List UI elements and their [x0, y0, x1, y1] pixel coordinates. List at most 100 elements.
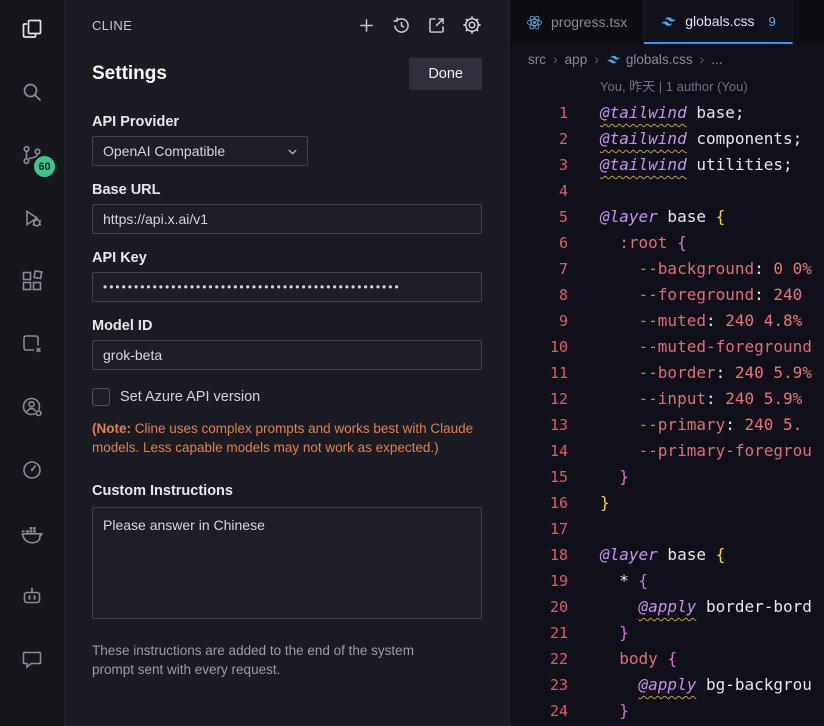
account-icon[interactable]	[17, 392, 47, 422]
chat-icon[interactable]	[17, 644, 47, 674]
code-text[interactable]: @tailwind utilities;	[568, 152, 793, 178]
explorer-icon[interactable]	[17, 14, 47, 44]
code-line[interactable]: 14 --primary-foregrou	[510, 438, 824, 464]
code-line[interactable]: 19 * {	[510, 568, 824, 594]
react-icon	[526, 14, 543, 31]
code-line[interactable]: 7 --background: 0 0%	[510, 256, 824, 282]
tab-label: progress.tsx	[551, 14, 627, 30]
code-line[interactable]: 17	[510, 516, 824, 542]
azure-version-row[interactable]: Set Azure API version	[92, 388, 482, 406]
code-area[interactable]: 1@tailwind base;2@tailwind components;3@…	[510, 100, 824, 724]
code-line[interactable]: 4	[510, 178, 824, 204]
code-line[interactable]: 3@tailwind utilities;	[510, 152, 824, 178]
code-text[interactable]: @apply bg-backgrou	[568, 672, 812, 698]
breadcrumb-separator: ›	[553, 51, 558, 67]
tab-globals-css[interactable]: globals.css 9	[644, 0, 793, 44]
code-line[interactable]: 13 --primary: 240 5.	[510, 412, 824, 438]
code-line[interactable]: 23 @apply bg-backgrou	[510, 672, 824, 698]
panel-header: CLINE	[65, 0, 509, 50]
breadcrumb: src › app › globals.css › ...	[510, 44, 824, 74]
code-text[interactable]: }	[568, 698, 629, 724]
line-number: 17	[510, 516, 568, 542]
code-line[interactable]: 15 }	[510, 464, 824, 490]
breadcrumb-more[interactable]: ...	[711, 52, 722, 67]
line-number: 9	[510, 308, 568, 334]
line-number: 13	[510, 412, 568, 438]
code-text[interactable]: @tailwind base;	[568, 100, 745, 126]
code-text[interactable]	[568, 516, 600, 542]
gauge-icon[interactable]	[17, 455, 47, 485]
tailwind-icon	[606, 52, 621, 67]
code-line[interactable]: 22 body {	[510, 646, 824, 672]
code-line[interactable]: 12 --input: 240 5.9%	[510, 386, 824, 412]
open-in-editor-icon[interactable]	[426, 15, 447, 36]
api-key-masked-value: ••••••••••••••••••••••••••••••••••••••••…	[103, 280, 401, 294]
code-text[interactable]: --border: 240 5.9%	[568, 360, 812, 386]
code-text[interactable]: @layer base {	[568, 204, 725, 230]
tailwind-icon	[660, 13, 677, 30]
api-provider-value: OpenAI Compatible	[103, 143, 225, 159]
code-text[interactable]: --primary: 240 5.	[568, 412, 802, 438]
azure-version-checkbox[interactable]	[92, 388, 110, 406]
code-text[interactable]: --muted: 240 4.8%	[568, 308, 802, 334]
cline-panel: CLINE Settings Done API Provider OpenAI …	[65, 0, 510, 726]
search-icon[interactable]	[17, 77, 47, 107]
tab-progress-tsx[interactable]: progress.tsx	[510, 0, 644, 44]
base-url-input[interactable]	[92, 204, 482, 234]
source-control-icon[interactable]: 60	[17, 140, 47, 170]
code-text[interactable]: }	[568, 490, 610, 516]
chevron-down-icon	[285, 144, 300, 159]
code-text[interactable]: @tailwind components;	[568, 126, 802, 152]
line-number: 5	[510, 204, 568, 230]
gitlens-blame: You, 昨天 | 1 author (You)	[510, 74, 824, 100]
code-text[interactable]: }	[568, 464, 629, 490]
docker-icon[interactable]	[17, 518, 47, 548]
cline-robot-icon[interactable]	[17, 581, 47, 611]
code-line[interactable]: 8 --foreground: 240	[510, 282, 824, 308]
line-number: 3	[510, 152, 568, 178]
activity-bar: 60	[0, 0, 65, 726]
history-icon[interactable]	[391, 15, 412, 36]
code-text[interactable]: --foreground: 240	[568, 282, 802, 308]
api-provider-select[interactable]: OpenAI Compatible	[92, 136, 308, 166]
remote-window-icon[interactable]	[17, 329, 47, 359]
code-line[interactable]: 11 --border: 240 5.9%	[510, 360, 824, 386]
code-text[interactable]: }	[568, 620, 629, 646]
code-text[interactable]: body {	[568, 646, 677, 672]
code-line[interactable]: 24 }	[510, 698, 824, 724]
extensions-icon[interactable]	[17, 266, 47, 296]
settings-gear-icon[interactable]	[461, 14, 483, 36]
code-text[interactable]: --muted-foreground	[568, 334, 812, 360]
code-line[interactable]: 21 }	[510, 620, 824, 646]
code-text[interactable]	[568, 178, 600, 204]
done-button[interactable]: Done	[409, 58, 482, 90]
line-number: 1	[510, 100, 568, 126]
line-number: 14	[510, 438, 568, 464]
custom-instructions-textarea[interactable]: Please answer in Chinese	[92, 507, 482, 619]
code-line[interactable]: 10 --muted-foreground	[510, 334, 824, 360]
code-line[interactable]: 6 :root {	[510, 230, 824, 256]
code-line[interactable]: 5@layer base {	[510, 204, 824, 230]
breadcrumb-app[interactable]: app	[565, 52, 588, 67]
code-text[interactable]: * {	[568, 568, 648, 594]
code-text[interactable]: :root {	[568, 230, 687, 256]
breadcrumb-file[interactable]: globals.css	[626, 52, 693, 67]
code-text[interactable]: @apply border-bord	[568, 594, 812, 620]
code-text[interactable]: --input: 240 5.9%	[568, 386, 802, 412]
code-line[interactable]: 16}	[510, 490, 824, 516]
code-text[interactable]: @layer base {	[568, 542, 725, 568]
code-line[interactable]: 9 --muted: 240 4.8%	[510, 308, 824, 334]
run-debug-icon[interactable]	[17, 203, 47, 233]
new-task-plus-icon[interactable]	[356, 15, 377, 36]
model-id-input[interactable]	[92, 340, 482, 370]
base-url-label: Base URL	[92, 182, 482, 198]
breadcrumb-separator: ›	[700, 51, 705, 67]
code-line[interactable]: 20 @apply border-bord	[510, 594, 824, 620]
code-text[interactable]: --background: 0 0%	[568, 256, 812, 282]
code-text[interactable]: --primary-foregrou	[568, 438, 812, 464]
code-line[interactable]: 2@tailwind components;	[510, 126, 824, 152]
breadcrumb-src[interactable]: src	[528, 52, 546, 67]
code-line[interactable]: 18@layer base {	[510, 542, 824, 568]
api-key-input[interactable]: ••••••••••••••••••••••••••••••••••••••••…	[92, 272, 482, 302]
code-line[interactable]: 1@tailwind base;	[510, 100, 824, 126]
